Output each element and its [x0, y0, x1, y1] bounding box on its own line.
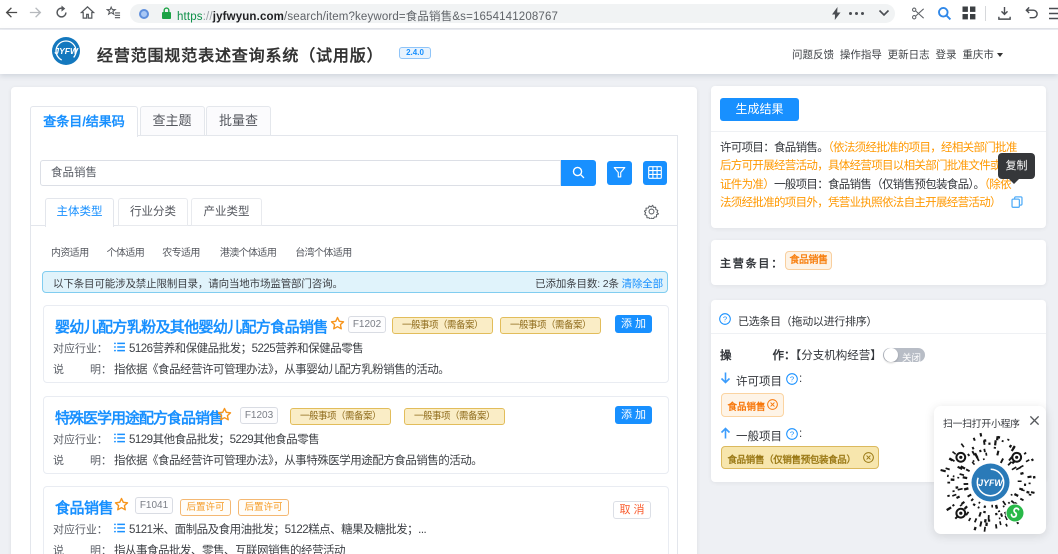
svg-text:?: ? — [790, 429, 794, 438]
svg-text:JYFW: JYFW — [54, 46, 79, 56]
svg-text:JYFW: JYFW — [978, 478, 1003, 488]
svg-text:?: ? — [723, 315, 727, 324]
svg-text:?: ? — [790, 374, 794, 383]
